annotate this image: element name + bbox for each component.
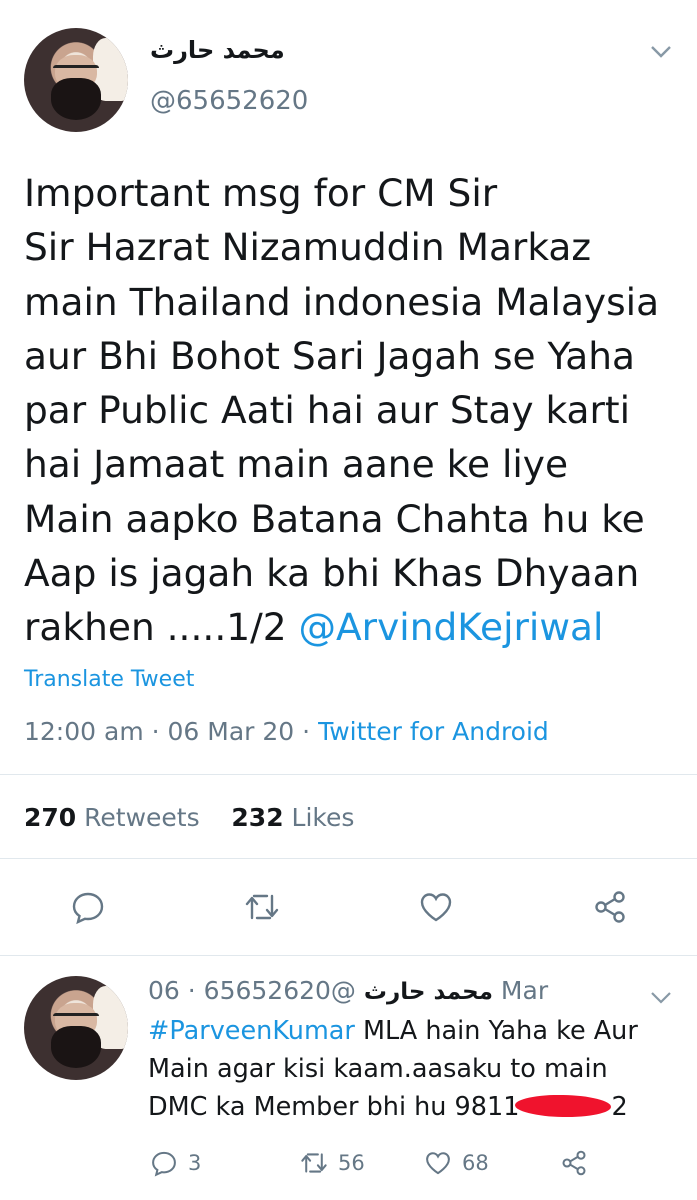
reply-icon[interactable] xyxy=(70,889,106,925)
reply-icon xyxy=(152,1151,176,1177)
tweet-client-link[interactable]: Twitter for Android xyxy=(318,717,549,746)
share-action[interactable] xyxy=(560,1148,588,1178)
reply-display-name[interactable]: محمد حارث xyxy=(364,979,493,1005)
share-icon[interactable] xyxy=(592,889,628,925)
tweet-meta: 12:00 am · 06 Mar 20 · Twitter for Andro… xyxy=(24,717,549,746)
tweet-text: Important msg for CM Sir Sir Hazrat Niza… xyxy=(24,166,684,655)
reply-tweet[interactable]: محمد حارث @65652620 · 06 Mar #ParveenKum… xyxy=(0,958,697,1200)
chevron-down-icon[interactable] xyxy=(650,44,672,58)
like-icon[interactable] xyxy=(418,889,454,925)
like-count: 68 xyxy=(462,1151,489,1175)
likes-count: 232 xyxy=(231,803,284,832)
chevron-down-icon[interactable] xyxy=(650,990,672,1004)
tweet-text-lines: Important msg for CM Sir Sir Hazrat Niza… xyxy=(24,171,660,650)
tweet-date: 06 Mar 20 xyxy=(167,717,295,746)
reply-handle[interactable]: @65652620 xyxy=(204,976,356,1005)
user-handle[interactable]: @65652620 xyxy=(150,86,308,116)
reply-header: محمد حارث @65652620 · 06 Mar xyxy=(148,976,548,1005)
retweet-action[interactable]: 56 xyxy=(300,1148,365,1178)
divider xyxy=(0,955,697,956)
redaction-mark xyxy=(515,1094,612,1118)
reply-count: 3 xyxy=(188,1151,202,1175)
meta-separator: · xyxy=(302,717,311,746)
avatar[interactable] xyxy=(24,28,128,132)
divider xyxy=(0,774,697,775)
tweet-stats: 270 Retweets 232 Likes xyxy=(24,803,354,832)
meta-separator: · xyxy=(187,976,196,1005)
divider xyxy=(0,858,697,859)
translate-tweet-link[interactable]: Translate Tweet xyxy=(24,667,194,692)
retweets-stat[interactable]: 270 Retweets xyxy=(24,803,200,832)
like-icon xyxy=(426,1152,450,1175)
meta-separator: · xyxy=(151,717,160,746)
display-name[interactable]: محمد حارث xyxy=(150,36,285,64)
share-icon xyxy=(562,1150,586,1176)
retweet-icon[interactable] xyxy=(244,889,280,925)
reply-line-2: Main agar kisi kaam.aasaku to main xyxy=(148,1054,608,1084)
avatar[interactable] xyxy=(24,976,128,1080)
like-action[interactable]: 68 xyxy=(424,1148,489,1178)
likes-stat[interactable]: 232 Likes xyxy=(231,803,354,832)
retweets-count: 270 xyxy=(24,803,77,832)
reply-line-3-end: 2 xyxy=(611,1092,628,1122)
retweets-label: Retweets xyxy=(84,803,200,832)
reply-line-3: DMC ka Member bhi hu 9811 xyxy=(148,1092,520,1122)
reply-action[interactable]: 3 xyxy=(150,1148,201,1178)
hashtag-link[interactable]: #ParveenKumar xyxy=(148,1016,355,1046)
tweet-time: 12:00 am xyxy=(24,717,144,746)
reply-line-1: MLA hain Yaha ke Aur xyxy=(354,1016,638,1046)
likes-label: Likes xyxy=(291,803,355,832)
retweet-icon xyxy=(301,1153,327,1173)
reply-text: #ParveenKumar MLA hain Yaha ke Aur Main … xyxy=(148,1012,688,1126)
mention-link[interactable]: @ArvindKejriwal xyxy=(299,605,604,649)
retweet-count: 56 xyxy=(338,1151,365,1175)
